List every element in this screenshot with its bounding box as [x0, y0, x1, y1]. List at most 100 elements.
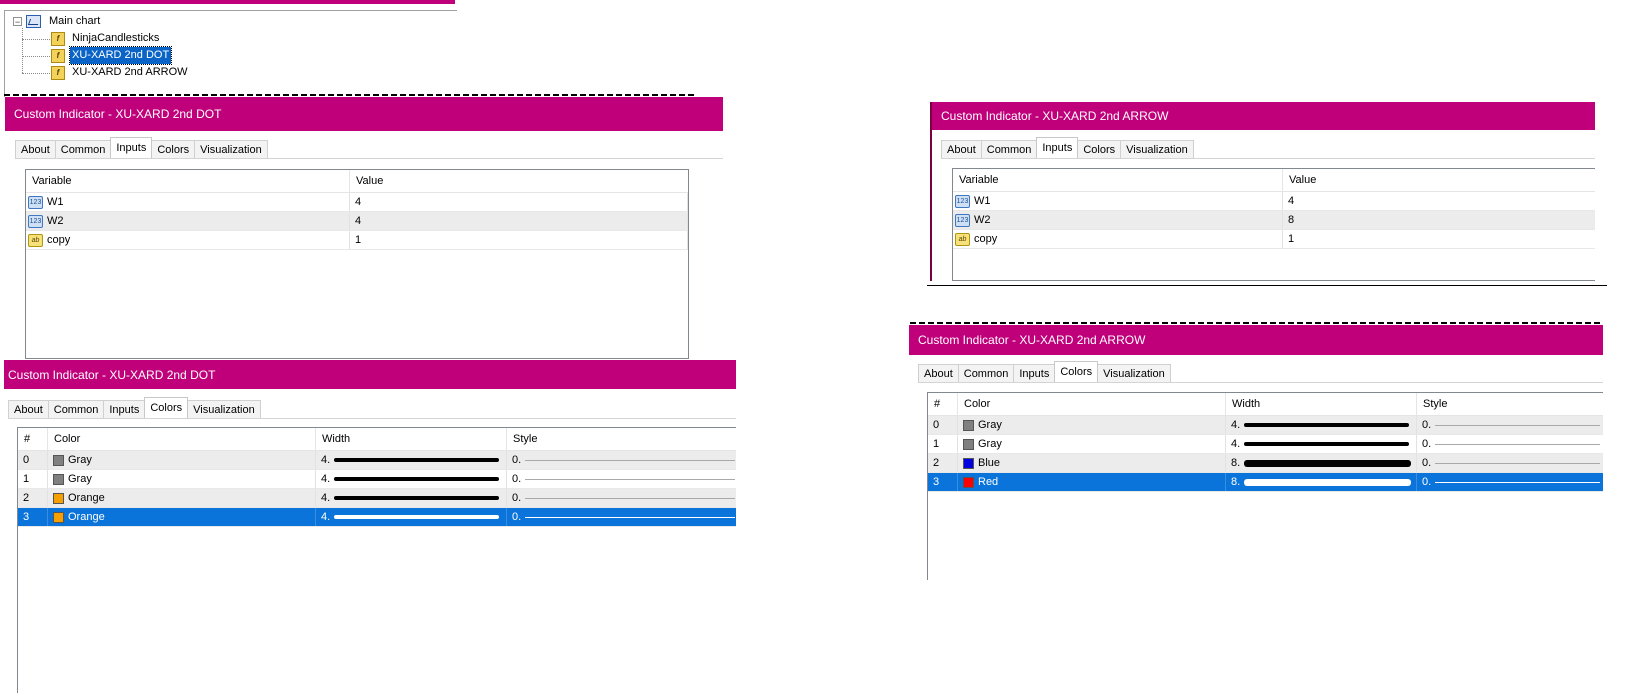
color-swatch[interactable]: [53, 454, 64, 466]
tab-colors[interactable]: Colors: [151, 140, 196, 158]
style-line-preview[interactable]: [525, 497, 736, 499]
tab-common[interactable]: Common: [957, 364, 1015, 382]
tab-colors[interactable]: Colors: [1054, 361, 1099, 382]
table-row[interactable]: 2 Blue 8. 0.: [928, 454, 1603, 473]
width-line-preview[interactable]: [1244, 478, 1412, 486]
color-swatch[interactable]: [963, 476, 974, 488]
style-line-preview[interactable]: [1435, 443, 1601, 445]
indicator-icon: f: [51, 31, 65, 46]
tab-about[interactable]: About: [941, 140, 982, 158]
column-header-variable[interactable]: Variable: [953, 169, 1283, 191]
variable-value[interactable]: 1: [1283, 230, 1595, 248]
width-value: 4.: [1231, 438, 1241, 450]
table-row[interactable]: 2 Orange 4. 0.: [18, 489, 736, 508]
width-line-preview[interactable]: [1244, 442, 1410, 446]
width-line-preview[interactable]: [334, 458, 500, 462]
table-row[interactable]: 123 W2 8: [953, 211, 1595, 230]
colors-grid: # Color Width Style 0 Gray 4. 0. 1 Gray …: [927, 392, 1603, 580]
column-header-color[interactable]: Color: [958, 393, 1226, 415]
style-line-preview[interactable]: [525, 478, 736, 480]
tab-about[interactable]: About: [918, 364, 959, 382]
tree-item-ninjacandlesticks[interactable]: f NinjaCandlesticks: [51, 30, 161, 47]
row-number: 1: [18, 470, 48, 488]
tab-common[interactable]: Common: [47, 400, 105, 418]
width-value: 8.: [1231, 476, 1241, 488]
color-swatch[interactable]: [53, 473, 64, 485]
tab-inputs[interactable]: Inputs: [110, 137, 153, 158]
column-header-style[interactable]: Style: [1417, 393, 1604, 415]
color-swatch[interactable]: [53, 511, 64, 523]
column-header-width[interactable]: Width: [1226, 393, 1417, 415]
width-line-preview[interactable]: [1244, 423, 1410, 427]
table-row-selected[interactable]: 3 Red 8. 0.: [928, 473, 1603, 492]
tab-visualization[interactable]: Visualization: [1097, 364, 1171, 382]
tab-divider: [15, 158, 723, 159]
column-header-value[interactable]: Value: [1283, 169, 1595, 191]
variable-value[interactable]: 4: [350, 212, 688, 230]
color-swatch[interactable]: [963, 457, 974, 469]
table-row[interactable]: 123 W1 4: [953, 192, 1595, 211]
tab-colors[interactable]: Colors: [1077, 140, 1122, 158]
width-line-preview[interactable]: [334, 515, 500, 519]
style-value: 0.: [512, 454, 522, 466]
tree-item-xu-xard-2nd-arrow[interactable]: f XU-XARD 2nd ARROW: [51, 64, 190, 81]
color-swatch[interactable]: [53, 492, 64, 504]
tab-inputs[interactable]: Inputs: [103, 400, 146, 418]
tab-about[interactable]: About: [15, 140, 56, 158]
table-row[interactable]: 1 Gray 4. 0.: [928, 435, 1603, 454]
table-row[interactable]: ab copy 1: [953, 230, 1595, 249]
tree-connector: [22, 28, 23, 73]
style-line-preview[interactable]: [525, 459, 736, 461]
row-number: 3: [928, 473, 958, 491]
inputs-grid: Variable Value 123 W1 4 123 W2 8 ab copy 1: [952, 168, 1595, 281]
variable-name: W1: [47, 196, 64, 208]
table-row[interactable]: ab copy 1: [26, 231, 688, 250]
tab-inputs[interactable]: Inputs: [1036, 137, 1079, 158]
tab-visualization[interactable]: Visualization: [194, 140, 268, 158]
tree-item-main-chart[interactable]: − Main chart: [13, 13, 102, 30]
column-header-number[interactable]: #: [18, 428, 48, 450]
style-line-preview[interactable]: [1435, 481, 1601, 483]
color-swatch[interactable]: [963, 419, 974, 431]
style-line-preview[interactable]: [1435, 462, 1601, 464]
table-row-selected[interactable]: 3 Orange 4. 0.: [18, 508, 736, 527]
column-header-width[interactable]: Width: [316, 428, 507, 450]
tab-colors[interactable]: Colors: [144, 397, 189, 418]
dialog-title: Custom Indicator - XU-XARD 2nd DOT: [5, 97, 723, 131]
width-line-preview[interactable]: [334, 477, 500, 481]
tab-about[interactable]: About: [8, 400, 49, 418]
table-row[interactable]: 0 Gray 4. 0.: [928, 416, 1603, 435]
tab-visualization[interactable]: Visualization: [187, 400, 261, 418]
table-row[interactable]: 123 W1 4: [26, 193, 688, 212]
variable-value[interactable]: 1: [350, 231, 688, 249]
style-value: 0.: [1422, 476, 1432, 488]
column-header-color[interactable]: Color: [48, 428, 316, 450]
tab-bar: About Common Inputs Colors Visualization: [15, 137, 268, 158]
tab-common[interactable]: Common: [54, 140, 112, 158]
style-line-preview[interactable]: [1435, 424, 1601, 426]
column-header-number[interactable]: #: [928, 393, 958, 415]
column-header-style[interactable]: Style: [507, 428, 737, 450]
tree-item-label: Main chart: [49, 15, 101, 27]
variable-name: W2: [47, 215, 64, 227]
table-row[interactable]: 1 Gray 4. 0.: [18, 470, 736, 489]
tab-inputs[interactable]: Inputs: [1013, 364, 1056, 382]
tab-common[interactable]: Common: [980, 140, 1038, 158]
width-line-preview[interactable]: [1244, 459, 1412, 467]
table-row[interactable]: 123 W2 4: [26, 212, 688, 231]
variable-value[interactable]: 4: [1283, 192, 1595, 210]
table-row[interactable]: 0 Gray 4. 0.: [18, 451, 736, 470]
column-header-variable[interactable]: Variable: [26, 170, 350, 192]
column-header-value[interactable]: Value: [350, 170, 688, 192]
collapse-icon[interactable]: −: [13, 17, 22, 27]
variable-value[interactable]: 4: [350, 193, 688, 211]
style-line-preview[interactable]: [525, 516, 736, 518]
color-swatch[interactable]: [963, 438, 974, 450]
width-value: 4.: [321, 511, 331, 523]
width-line-preview[interactable]: [334, 496, 500, 500]
tab-bar: About Common Inputs Colors Visualization: [918, 361, 1171, 382]
grid-header: # Color Width Style: [18, 428, 736, 451]
tab-visualization[interactable]: Visualization: [1120, 140, 1194, 158]
tree-item-xu-xard-2nd-dot[interactable]: f XU-XARD 2nd DOT: [51, 46, 173, 65]
variable-value[interactable]: 8: [1283, 211, 1595, 229]
